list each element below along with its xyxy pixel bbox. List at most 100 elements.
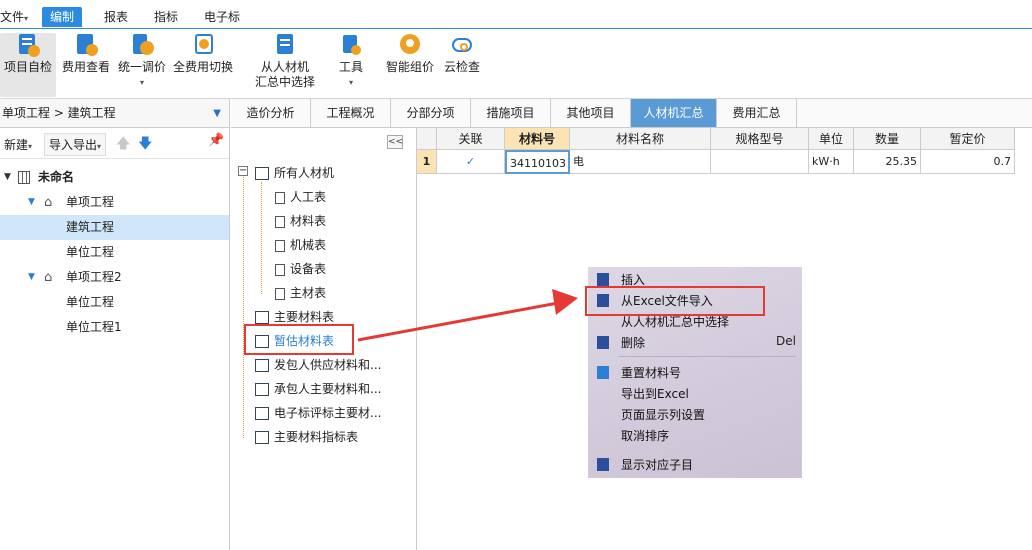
grid-cell[interactable]: 34110103 [505,150,570,174]
chevron-down-icon[interactable]: ▼ [213,99,221,128]
menu-file[interactable]: 文件▾ [0,7,28,27]
category-group[interactable]: 暂估材料表 [255,332,334,349]
column-header[interactable]: 单位 [809,128,854,150]
category-group[interactable]: 主要材料指标表 [255,428,358,445]
project-tree-item[interactable]: ▼ 未命名 [0,165,229,190]
category-label: 主要材料指标表 [274,430,359,444]
menu-report[interactable]: 报表 [104,7,128,27]
context-menu-item[interactable]: 显示对应子目 [621,456,693,473]
category-group[interactable]: 电子标评标主要材... [255,404,381,421]
project-tree-item[interactable]: 单位工程 [0,240,229,265]
table-icon [255,359,269,372]
context-menu-item[interactable]: 从人材机汇总中选择 [621,313,729,330]
expand-icon[interactable]: ▼ [28,265,35,290]
tools-button[interactable]: 工具 ▾ [334,33,368,90]
category-child[interactable]: 设备表 [275,260,326,277]
category-label: 承包人主要材料和... [274,382,382,396]
category-all[interactable]: 所有人材机 [255,164,334,181]
tab-4[interactable]: 其他项目 [551,99,631,127]
move-down-icon[interactable]: 🡇 [138,133,152,157]
context-menu-item[interactable]: 删除 [621,334,645,351]
context-menu-item[interactable]: 插入 [621,271,645,288]
check-icon[interactable]: ✓ [437,150,505,174]
tab-0[interactable]: 造价分析 [231,99,311,127]
menu-index[interactable]: 指标 [154,7,178,27]
tab-5[interactable]: 人材机汇总 [631,99,717,127]
move-up-icon[interactable]: 🡅 [116,133,130,157]
insert-icon [597,273,609,286]
chevron-down-icon: ▾ [139,78,144,87]
select-from-summary-button[interactable]: 从人材机 汇总中选择 [252,33,318,90]
home-icon: ⌂ [44,195,53,210]
unified-price-button[interactable]: 统一调价 ▾ [114,33,170,90]
context-menu-item[interactable]: 从Excel文件导入 [621,292,713,309]
context-menu: 插入从Excel文件导入 从人材机汇总中选择 删除重置材料号导出到Excel 页面显示… [588,267,802,478]
smart-pricing-button[interactable]: 智能组价 [384,33,436,75]
menu-etender[interactable]: 电子标 [204,7,240,27]
grid-cell[interactable] [711,150,809,174]
category-child[interactable]: 机械表 [275,236,326,253]
category-label: 暂估材料表 [274,334,335,348]
column-header[interactable] [417,128,437,150]
grid-cell[interactable]: 1 [417,150,437,174]
trash-icon [597,336,609,349]
column-header[interactable]: 关联 [437,128,505,150]
expand-icon[interactable]: ▼ [28,190,35,215]
category-group[interactable]: 发包人供应材料和... [255,356,381,373]
context-menu-item[interactable]: 页面显示列设置 [621,406,705,423]
collapse-tree-icon[interactable]: − [238,166,248,176]
category-label: 主要材料表 [274,310,335,324]
grid-cell[interactable]: 电 [570,150,711,174]
pin-icon[interactable]: 📌 [208,133,224,148]
grid-cell[interactable]: kW·h [809,150,854,174]
expand-icon[interactable]: ▼ [4,165,11,190]
fee-view-button[interactable]: 费用查看 [60,33,112,75]
category-tree-pane: << − 所有人材机人工表材料表机械表设备表主材表主要材料表暂估材料表发包人供应材… [231,128,417,550]
project-tree-item[interactable]: ▼ ⌂ 单项工程2 [0,265,229,290]
menu-edit[interactable]: 编制 [42,7,83,27]
context-menu-item[interactable]: 取消排序 [621,427,669,444]
tree-item-label: 建筑工程 [66,220,115,234]
category-group[interactable]: 承包人主要材料和... [255,380,381,397]
grid-cell[interactable]: 25.35 [854,150,921,174]
collapse-button[interactable]: << [387,135,403,149]
project-check-button[interactable]: 项目自检 [0,33,56,97]
context-menu-item[interactable]: 重置材料号 [621,364,681,381]
tree-item-label: 单位工程1 [66,320,122,334]
tab-1[interactable]: 工程概况 [311,99,391,127]
cloud-search-icon [450,33,474,57]
category-child[interactable]: 人工表 [275,188,326,205]
category-child[interactable]: 材料表 [275,212,326,229]
tab-2[interactable]: 分部分项 [391,99,471,127]
column-header[interactable]: 数量 [854,128,921,150]
cloud-check-button[interactable]: 云检查 [440,33,484,75]
tree-item-label: 未命名 [38,170,75,184]
column-header[interactable]: 材料名称 [570,128,711,150]
project-tree-item[interactable]: 单位工程 [0,290,229,315]
menu-separator [618,356,796,357]
tab-6[interactable]: 费用汇总 [717,99,797,127]
category-child[interactable]: 主材表 [275,284,326,301]
column-header[interactable]: 材料号 [505,128,570,150]
tab-bar: 造价分析 工程概况 分部分项 措施项目 其他项目 人材机汇总 费用汇总 [231,99,1032,128]
table-icon [255,167,269,180]
tab-3[interactable]: 措施项目 [471,99,551,127]
file-icon [275,263,285,276]
import-export-button[interactable]: 导入导出▾ [44,133,107,156]
project-tree-item[interactable]: 建筑工程 [0,215,229,240]
category-group[interactable]: 主要材料表 [255,308,334,325]
smart-price-icon [398,33,422,57]
project-tree-item[interactable]: 单位工程1 [0,315,229,340]
new-button[interactable]: 新建▾ [4,136,32,153]
project-tree-pane: 单项工程 > 建筑工程 ▼ 新建▾ 导入导出▾ 🡅 🡇 📌 ▼ 未命名 ▼ ⌂ 单项工程… [0,99,230,550]
breadcrumb[interactable]: 单项工程 > 建筑工程 ▼ [0,99,229,128]
chevron-down-icon: ▾ [348,78,353,87]
grid-cell[interactable]: 0.7 [921,150,1015,174]
full-fee-switch-button[interactable]: 全费用切换 [172,33,234,75]
context-menu-item[interactable]: 导出到Excel [621,385,689,402]
column-header[interactable]: 暂定价 [921,128,1015,150]
project-tree-item[interactable]: ▼ ⌂ 单项工程 [0,190,229,215]
switch-icon [191,33,215,57]
excel-import-icon [597,294,609,307]
column-header[interactable]: 规格型号 [711,128,809,150]
